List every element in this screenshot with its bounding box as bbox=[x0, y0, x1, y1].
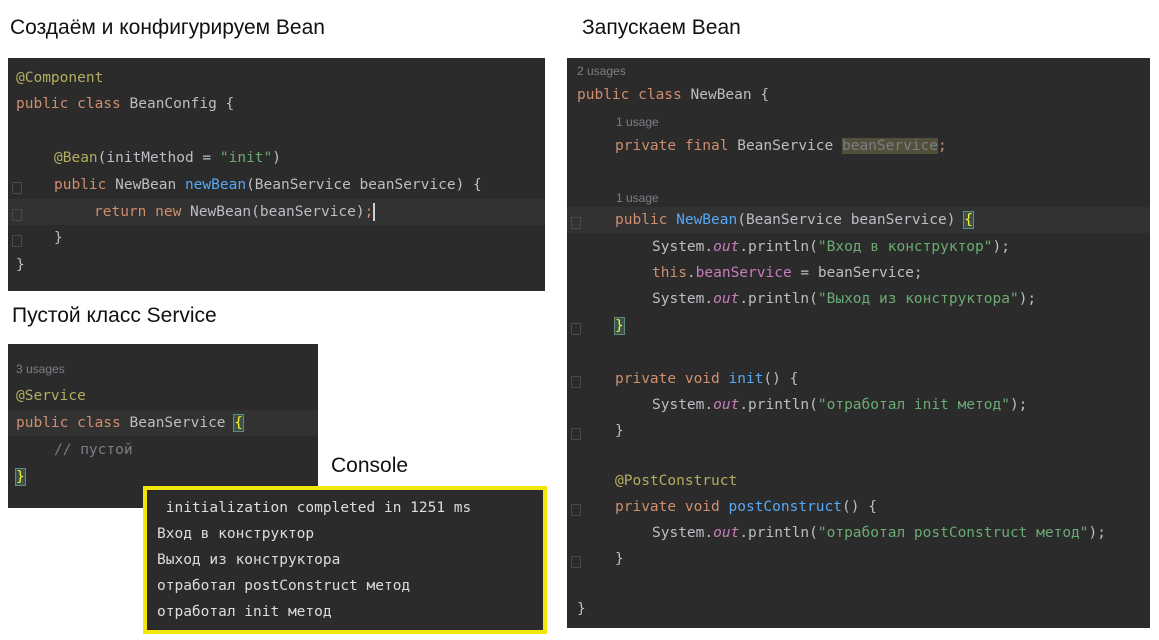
code-line: } bbox=[615, 423, 624, 439]
field-highlight: beanService bbox=[841, 138, 939, 154]
code-line: private void init() { bbox=[615, 371, 799, 387]
code-line: public NewBean newBean(BeanService beanS… bbox=[54, 177, 482, 193]
fold-marker-icon[interactable] bbox=[571, 217, 581, 229]
code-line: @Service bbox=[16, 388, 86, 404]
fold-marker-icon[interactable] bbox=[571, 556, 581, 568]
editor-newbean[interactable]: 2 usages public class NewBean { 1 usage … bbox=[567, 58, 1150, 628]
fold-marker-icon[interactable] bbox=[571, 504, 581, 516]
caption-config: Создаём и конфигурируем Bean bbox=[10, 16, 325, 39]
code-line: private final BeanService beanService; bbox=[615, 138, 947, 154]
fold-marker-icon[interactable] bbox=[571, 376, 581, 388]
code-line: System.out.println("отработал init метод… bbox=[652, 397, 1028, 413]
caption-run: Запускаем Bean bbox=[582, 16, 741, 39]
usages-hint[interactable]: 3 usages bbox=[8, 362, 318, 376]
fold-marker-icon[interactable] bbox=[571, 323, 581, 335]
usages-hint[interactable]: 1 usage bbox=[567, 115, 1150, 129]
code-line: private void postConstruct() { bbox=[615, 499, 877, 515]
matched-brace: } bbox=[15, 468, 26, 486]
fold-marker-icon[interactable] bbox=[571, 428, 581, 440]
editor-beanservice[interactable]: 3 usages @Service public class BeanServi… bbox=[8, 344, 318, 508]
code-line: System.out.println("Вход в конструктор")… bbox=[652, 239, 1010, 255]
matched-brace: { bbox=[233, 414, 244, 432]
fold-marker-icon[interactable] bbox=[12, 209, 22, 221]
usages-hint[interactable]: 2 usages bbox=[567, 64, 1150, 78]
caption-service: Пустой класс Service bbox=[12, 304, 217, 327]
code-line: public class BeanConfig { bbox=[16, 96, 235, 112]
code-line-current: public NewBean(BeanService beanService) … bbox=[567, 207, 1150, 233]
code-line: } bbox=[615, 551, 624, 567]
code-line-current: public class BeanService { bbox=[8, 410, 318, 436]
fold-marker-icon[interactable] bbox=[12, 235, 22, 247]
caption-console: Console bbox=[331, 454, 409, 477]
code-line: @PostConstruct bbox=[615, 473, 738, 489]
console-line: Вход в конструктор bbox=[157, 526, 315, 542]
code-line: System.out.println("Выход из конструктор… bbox=[652, 291, 1037, 307]
console-line: Выход из конструктора bbox=[157, 552, 341, 568]
console-line: отработал init метод bbox=[157, 604, 332, 620]
console-output[interactable]: initialization completed in 1251 ms Вход… bbox=[143, 486, 547, 634]
matched-brace: } bbox=[614, 317, 625, 335]
code-line: } bbox=[567, 313, 1150, 339]
console-line: отработал postConstruct метод bbox=[157, 578, 411, 594]
editor-beanconfig[interactable]: @Component public class BeanConfig { @Be… bbox=[8, 58, 545, 291]
console-line: initialization completed in 1251 ms bbox=[157, 500, 472, 516]
fold-marker-icon[interactable] bbox=[12, 182, 22, 194]
code-line-current: return new NewBean(beanService); bbox=[8, 199, 545, 225]
code-line: @Bean(initMethod = "init") bbox=[54, 150, 281, 166]
code-line: @Component bbox=[16, 70, 104, 86]
code-line: } bbox=[16, 257, 25, 273]
code-line: // пустой bbox=[54, 442, 133, 458]
code-line: System.out.println("отработал postConstr… bbox=[652, 525, 1106, 541]
code-line: public class NewBean { bbox=[577, 87, 770, 103]
usages-hint[interactable]: 1 usage bbox=[567, 191, 1150, 205]
matched-brace: { bbox=[963, 211, 974, 229]
code-line: } bbox=[577, 601, 586, 617]
code-line: } bbox=[54, 230, 63, 246]
code-line: this.beanService = beanService; bbox=[652, 265, 923, 281]
text-caret bbox=[373, 203, 376, 221]
